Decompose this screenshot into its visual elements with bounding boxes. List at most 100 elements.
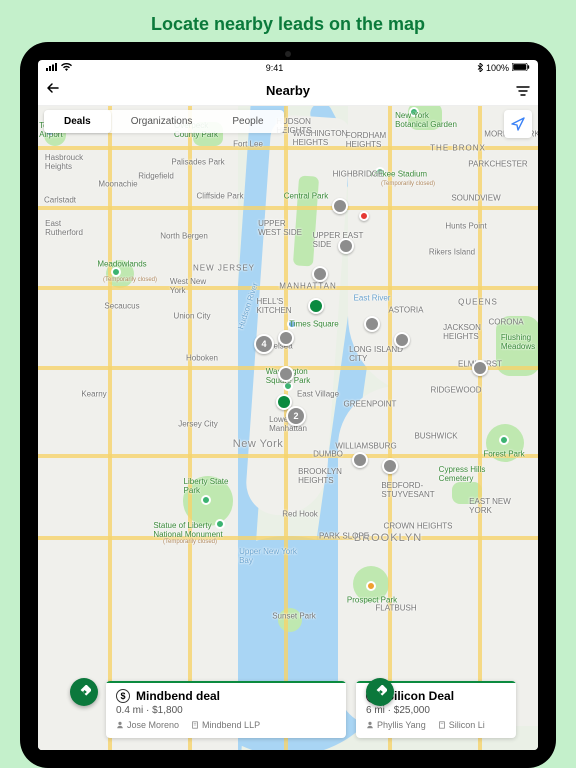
label-bronx: THE BRONX	[430, 144, 486, 153]
poi-forest-park	[499, 435, 509, 445]
label-bedstuy: BEDFORD- STUYVESANT	[381, 481, 434, 499]
label-fort-lee: Fort Lee	[233, 140, 263, 149]
deal-pin[interactable]	[359, 211, 369, 221]
label-times-sq: Times Square	[289, 320, 339, 329]
label-flatbush: FLATBUSH	[375, 604, 416, 613]
label-east-rutherford: East Rutherford	[45, 219, 83, 237]
label-queens: QUEENS	[458, 298, 498, 307]
deal-pin[interactable]	[382, 458, 398, 474]
deal-pin[interactable]	[394, 332, 410, 348]
deal-subtitle: 6 mi · $25,000	[366, 705, 506, 716]
label-greenpoint: GREENPOINT	[344, 400, 397, 409]
person-icon	[116, 721, 124, 729]
label-east-village: East Village	[297, 390, 339, 399]
signal-icon	[46, 63, 58, 73]
building-icon	[438, 721, 446, 729]
building-icon	[191, 721, 199, 729]
status-time: 9:41	[266, 63, 284, 73]
label-ny-bot: New York Botanical Garden	[395, 111, 457, 129]
tab-deals[interactable]: Deals	[44, 110, 111, 133]
deal-pin[interactable]	[472, 360, 488, 376]
label-bushwick: BUSHWICK	[414, 432, 457, 441]
label-west-ny: West New York	[170, 277, 206, 295]
label-cypress: Cypress Hills Cemetery	[439, 465, 486, 483]
poi-liberty-park	[201, 495, 211, 505]
label-lic: LONG ISLAND CITY	[349, 345, 403, 363]
marketing-headline: Locate nearby leads on the map	[0, 0, 576, 35]
deal-pin[interactable]	[278, 330, 294, 346]
label-upper-bay: Upper New York Bay	[239, 547, 297, 565]
deal-pin-cluster[interactable]: 2	[286, 406, 306, 426]
label-manhattan: MANHATTAN	[279, 282, 337, 291]
label-astoria: ASTORIA	[389, 306, 424, 315]
deal-pin[interactable]	[332, 198, 348, 214]
nav-bar: Nearby	[38, 76, 538, 106]
map-view[interactable]: New York MANHATTAN BROOKLYN QUEENS THE B…	[38, 106, 538, 750]
label-crown-hts: CROWN HEIGHTS	[384, 522, 453, 531]
label-highbridge: HIGHBRIDGE	[333, 170, 384, 179]
label-red-hook: Red Hook	[282, 510, 318, 519]
filter-button[interactable]	[516, 84, 530, 98]
deal-org: Mindbend LLP	[202, 720, 260, 730]
label-hoboken: Hoboken	[186, 354, 218, 363]
label-tc3: (Temporarily closed)	[163, 539, 217, 545]
label-hunts-point: Hunts Point	[445, 222, 486, 231]
tablet-frame: 9:41 100% Nearby	[20, 42, 556, 768]
label-hasbrouck: Hasbrouck Heights	[45, 153, 83, 171]
battery-text: 100%	[486, 63, 509, 73]
deal-pin[interactable]	[278, 366, 294, 382]
poi-meadowlands	[111, 267, 121, 277]
deal-cards-row[interactable]: $ Mindbend deal 0.4 mi · $1,800 Jose Mor…	[38, 681, 538, 746]
dollar-icon: $	[116, 689, 130, 703]
deal-title: Mindbend deal	[136, 689, 220, 703]
directions-fab[interactable]	[70, 678, 98, 706]
deal-pin[interactable]	[364, 316, 380, 332]
label-new-jersey: NEW JERSEY	[193, 264, 255, 273]
directions-icon	[373, 685, 387, 699]
poi-prospect-park	[366, 581, 376, 591]
bluetooth-icon	[477, 63, 483, 74]
deal-pin[interactable]	[312, 266, 328, 282]
deal-pin[interactable]	[352, 452, 368, 468]
label-jersey-city: Jersey City	[178, 420, 218, 429]
deal-card[interactable]: $ Mindbend deal 0.4 mi · $1,800 Jose Mor…	[106, 681, 346, 738]
label-park-slope: PARK SLOPE	[319, 532, 369, 541]
label-parkchester: PARKCHESTER	[468, 160, 527, 169]
label-corona: CORONA	[488, 318, 523, 327]
label-dumbo: DUMBO	[313, 450, 343, 459]
app-screen: 9:41 100% Nearby	[38, 60, 538, 750]
label-forest-park: Forest Park	[483, 450, 524, 459]
deal-pin[interactable]	[308, 298, 324, 314]
status-bar: 9:41 100%	[38, 60, 538, 76]
deal-person: Jose Moreno	[127, 720, 179, 730]
label-liberty-sp: Liberty State Park	[184, 477, 229, 495]
deal-pin-cluster[interactable]: 4	[254, 334, 274, 354]
tab-people[interactable]: People	[212, 110, 283, 133]
label-east-ny: EAST NEW YORK	[469, 497, 511, 515]
label-uws: UPPER WEST SIDE	[258, 219, 302, 237]
label-flushing: Flushing Meadows	[501, 333, 535, 351]
label-north-bergen: North Bergen	[160, 232, 208, 241]
label-central-park: Central Park	[284, 192, 328, 201]
directions-icon	[77, 685, 91, 699]
deal-title: Silicon Deal	[386, 689, 454, 703]
label-soundview: SOUNDVIEW	[451, 194, 500, 203]
label-east-river: East River	[354, 294, 391, 303]
wifi-icon	[61, 63, 72, 73]
segmented-control: Deals Organizations People	[44, 110, 284, 133]
battery-icon	[512, 63, 530, 73]
tab-organizations[interactable]: Organizations	[111, 110, 213, 133]
label-secaucus: Secaucus	[104, 302, 139, 311]
label-moonachie: Moonachie	[98, 180, 137, 189]
label-tc1: (Temporarily closed)	[381, 181, 435, 187]
deal-pin[interactable]	[338, 238, 354, 254]
label-ridgefield: Ridgefield	[138, 172, 174, 181]
person-icon	[366, 721, 374, 729]
label-rikers: Rikers Island	[429, 248, 475, 257]
label-ridgewood: RIDGEWOOD	[430, 386, 481, 395]
directions-fab[interactable]	[366, 678, 394, 706]
locate-me-button[interactable]	[504, 110, 532, 138]
label-palisades: Palisades Park	[171, 158, 224, 167]
back-button[interactable]	[46, 81, 60, 100]
label-kearny: Kearny	[81, 390, 106, 399]
